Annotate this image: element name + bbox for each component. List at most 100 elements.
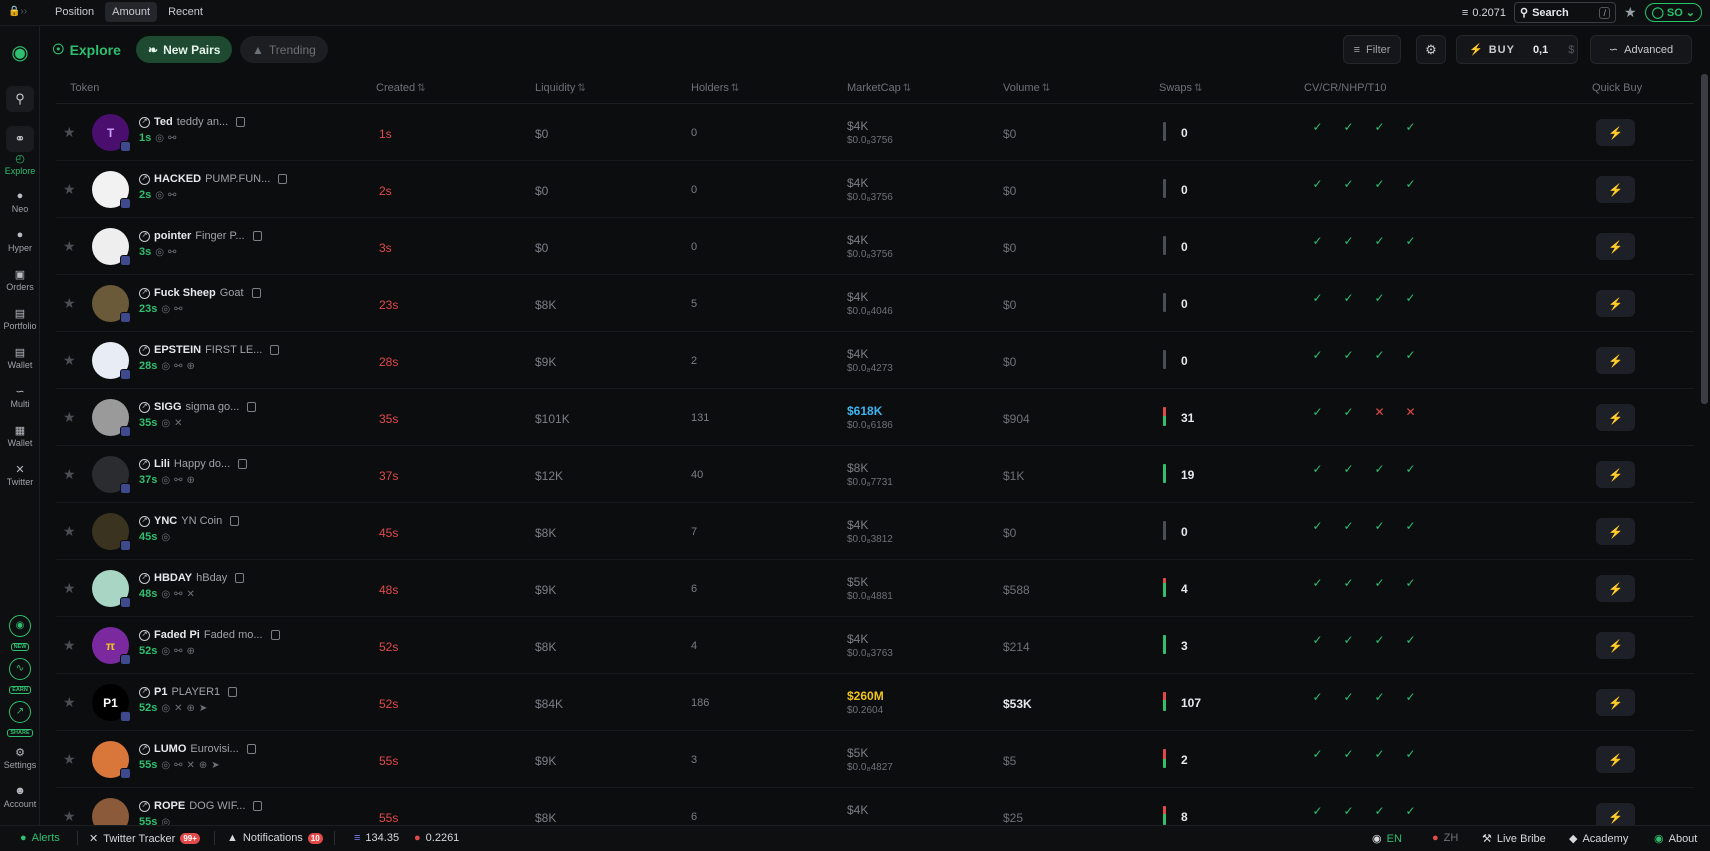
column-header-created[interactable]: Created ⇅	[376, 82, 426, 94]
search-button[interactable]: ⚲ Search /	[1514, 2, 1616, 23]
token-name[interactable]: ↗ YNC YN Coin	[139, 515, 240, 527]
star-icon[interactable]: ★	[1624, 4, 1637, 21]
settings-button[interactable]: ⚙	[1416, 35, 1446, 64]
copy-icon[interactable]	[270, 345, 280, 355]
globe-icon[interactable]: ⊕	[186, 703, 194, 714]
link-icon[interactable]: ⚯	[174, 361, 182, 372]
scrollbar[interactable]	[1701, 74, 1708, 404]
link-icon[interactable]: ⚯	[174, 304, 182, 315]
table-row[interactable]: ★ P1 ↗ P1 PLAYER1 52s ◎ ✕ ⊕ ➤ 52s $84K 186 $260M $0.26…	[56, 674, 1694, 731]
twitter-tracker-button[interactable]: ✕ Twitter Tracker 99+	[89, 832, 200, 845]
link-icon[interactable]: ⚯	[168, 133, 176, 144]
lang-en-button[interactable]: ◉ EN	[1372, 832, 1402, 846]
stats-icon[interactable]: ◎	[161, 703, 170, 714]
copy-icon[interactable]	[246, 744, 256, 754]
sidebar-item-explore[interactable]: ◴ Explore	[0, 152, 40, 176]
copy-icon[interactable]	[251, 288, 261, 298]
stats-icon[interactable]: ◎	[161, 589, 170, 600]
link-icon[interactable]: ⚯	[174, 589, 182, 600]
sidebar-item-wallet[interactable]: ▤ Wallet	[0, 346, 40, 370]
link-icon[interactable]: ⚯	[168, 190, 176, 201]
academy-button[interactable]: ◆ Academy	[1569, 832, 1628, 846]
quick-buy-button[interactable]: ⚡	[1596, 689, 1635, 716]
stats-icon[interactable]: ◎	[161, 418, 170, 429]
filter-button[interactable]: ≡ Filter	[1343, 35, 1401, 64]
token-name[interactable]: ↗ pointer Finger P...	[139, 230, 262, 242]
favorite-star-icon[interactable]: ★	[63, 181, 76, 198]
buy-amount-input[interactable]: 0,1	[1533, 44, 1548, 56]
token-name[interactable]: ↗ Fuck Sheep Goat	[139, 287, 261, 299]
buy-amount-control[interactable]: ⚡ BUY 0,1 $	[1456, 35, 1578, 64]
token-avatar[interactable]	[92, 798, 129, 825]
globe-icon[interactable]: ⊕	[186, 646, 194, 657]
column-header-marketcap[interactable]: MarketCap ⇅	[847, 82, 911, 94]
sidebar-item-multi[interactable]: ∽ Multi	[0, 385, 40, 409]
link-icon[interactable]: ⚯	[174, 646, 182, 657]
promo-share[interactable]: ↗ SHARE	[6, 701, 34, 737]
advanced-button[interactable]: ∽ Advanced	[1590, 35, 1692, 64]
table-row[interactable]: ★ ↗ HACKED PUMP.FUN... 2s ◎ ⚯ 2s $0 0 $4K $0.0₈3756…	[56, 161, 1694, 218]
quick-buy-button[interactable]: ⚡	[1596, 803, 1635, 825]
promo-earn[interactable]: ∿ EARN	[6, 658, 34, 694]
stats-icon[interactable]: ◎	[161, 760, 170, 771]
quick-buy-button[interactable]: ⚡	[1596, 347, 1635, 374]
tab-amount[interactable]: Amount	[105, 2, 158, 22]
stats-icon[interactable]: ◎	[161, 646, 170, 657]
sidebar-item-neo[interactable]: ● Neo	[0, 190, 40, 214]
copy-icon[interactable]	[253, 801, 263, 811]
sidebar-item-portfolio[interactable]: ▤ Portfolio	[0, 307, 40, 331]
copy-icon[interactable]	[230, 516, 240, 526]
globe-icon[interactable]: ⊕	[186, 361, 194, 372]
favorite-star-icon[interactable]: ★	[63, 466, 76, 483]
quick-buy-button[interactable]: ⚡	[1596, 461, 1635, 488]
globe-icon[interactable]: ⊕	[199, 760, 207, 771]
favorite-star-icon[interactable]: ★	[63, 238, 76, 255]
copy-icon[interactable]	[235, 573, 245, 583]
link-icon[interactable]: ⚯	[174, 475, 182, 486]
table-row[interactable]: ★ ↗ HBDAY hBday 48s ◎ ⚯ ✕ 48s $9K 6 $5K $0.0₈4881 $58…	[56, 560, 1694, 617]
sidebar-item-twitter[interactable]: ✕ Twitter	[0, 463, 40, 487]
token-name[interactable]: ↗ HACKED PUMP.FUN...	[139, 173, 288, 185]
column-header-swaps[interactable]: Swaps ⇅	[1159, 82, 1202, 94]
table-row[interactable]: ★ ↗ ROPE DOG WIF... 55s ◎ 55s $8K 6 $4K $25 8 ✓ ✓ ✓ ✓ ⚡	[56, 788, 1694, 825]
token-name[interactable]: ↗ LUMO Eurovisi...	[139, 743, 256, 755]
quick-buy-button[interactable]: ⚡	[1596, 518, 1635, 545]
favorite-star-icon[interactable]: ★	[63, 523, 76, 540]
token-name[interactable]: ↗ EPSTEIN FIRST LE...	[139, 344, 280, 356]
quick-buy-button[interactable]: ⚡	[1596, 233, 1635, 260]
user-menu[interactable]: ◯ SO ⌄	[1644, 3, 1702, 22]
quick-buy-button[interactable]: ⚡	[1596, 404, 1635, 431]
favorite-star-icon[interactable]: ★	[63, 295, 76, 312]
lock-icon[interactable]: 🔒››	[8, 6, 27, 17]
tab-trending[interactable]: ▲ Trending	[240, 36, 328, 63]
tab-recent[interactable]: Recent	[161, 2, 210, 22]
x-icon[interactable]: ✕	[174, 418, 182, 429]
notifications-button[interactable]: ▲ Notifications 10	[227, 832, 323, 844]
copy-icon[interactable]	[252, 231, 262, 241]
token-name[interactable]: ↗ HBDAY hBday	[139, 572, 245, 584]
favorite-star-icon[interactable]: ★	[63, 352, 76, 369]
x-icon[interactable]: ✕	[186, 760, 194, 771]
stats-icon[interactable]: ◎	[155, 133, 164, 144]
stats-icon[interactable]: ◎	[161, 817, 170, 826]
quick-buy-button[interactable]: ⚡	[1596, 746, 1635, 773]
alerts-button[interactable]: ● Alerts	[20, 832, 60, 844]
quick-buy-button[interactable]: ⚡	[1596, 176, 1635, 203]
quick-buy-button[interactable]: ⚡	[1596, 575, 1635, 602]
x-icon[interactable]: ✕	[174, 703, 182, 714]
stats-icon[interactable]: ◎	[161, 532, 170, 543]
tab-position[interactable]: Position	[48, 2, 101, 22]
token-name[interactable]: ↗ Lili Happy do...	[139, 458, 248, 470]
favorite-star-icon[interactable]: ★	[63, 808, 76, 825]
stats-icon[interactable]: ◎	[155, 247, 164, 258]
table-row[interactable]: ★ ↗ Lili Happy do... 37s ◎ ⚯ ⊕ 37s $12K 40 $8K $0.0₈…	[56, 446, 1694, 503]
link-icon[interactable]: ⚯	[168, 247, 176, 258]
sidebar-item-settings[interactable]: ⚙ Settings	[0, 746, 40, 770]
stats-icon[interactable]: ◎	[161, 361, 170, 372]
promo-new[interactable]: ◉ NEW	[6, 615, 34, 651]
lang-zh-button[interactable]: ● ZH	[1432, 832, 1458, 844]
bull-logo-icon[interactable]: ◉	[6, 40, 34, 64]
table-row[interactable]: ★ ↗ SIGG sigma go... 35s ◎ ✕ 35s $101K 131 $618K $0…	[56, 389, 1694, 446]
link-icon[interactable]: ⚯	[174, 760, 182, 771]
table-row[interactable]: ★ ↗ YNC YN Coin 45s ◎ 45s $8K 7 $4K $0.0₈3812 $0 0 ✓ ✓…	[56, 503, 1694, 560]
